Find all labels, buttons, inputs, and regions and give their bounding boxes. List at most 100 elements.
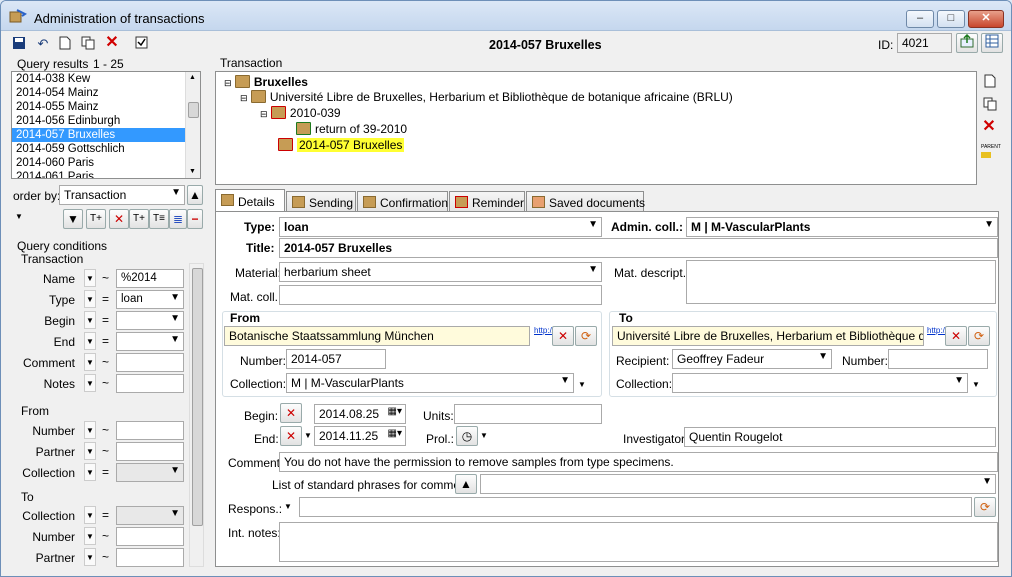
clear-icon[interactable]: −: [187, 209, 203, 229]
condition-mode-icon[interactable]: ▼: [84, 332, 96, 350]
condition-value[interactable]: [116, 421, 184, 440]
condition-mode-icon[interactable]: ▼: [84, 353, 96, 371]
from-collection-menu-icon[interactable]: ▼: [576, 375, 588, 395]
begin-clear-icon[interactable]: ✕: [280, 403, 302, 423]
filter-plus-icon[interactable]: T+: [129, 209, 149, 229]
close-window-button[interactable]: ✕: [968, 10, 1004, 28]
int-notes-field[interactable]: [279, 522, 998, 562]
add-filter-icon[interactable]: T+: [86, 209, 106, 229]
condition-value[interactable]: [116, 527, 184, 546]
to-collection-select[interactable]: ▼: [672, 373, 968, 393]
condition-value[interactable]: ▼: [116, 463, 184, 482]
prolongation-clock-icon[interactable]: ◷: [456, 426, 478, 446]
from-edit-icon[interactable]: ⟳: [575, 326, 597, 346]
condition-operator[interactable]: ~: [102, 355, 109, 369]
insert-phrase-icon[interactable]: ▲: [455, 474, 477, 494]
condition-operator[interactable]: ~: [102, 271, 109, 285]
upload-icon[interactable]: [956, 33, 978, 53]
units-field[interactable]: [454, 404, 602, 424]
filter-list-icon[interactable]: T≡: [149, 209, 169, 229]
condition-value[interactable]: ▼: [116, 506, 184, 525]
tab-confirmation[interactable]: Confirmation: [357, 191, 448, 213]
new-child-icon[interactable]: [982, 74, 998, 90]
condition-operator[interactable]: ~: [102, 376, 109, 390]
result-item[interactable]: 2014-055 Mainz: [12, 100, 200, 114]
filter-icon[interactable]: ▼: [63, 209, 83, 229]
end-menu-icon[interactable]: ▼: [302, 426, 314, 446]
respons-edit-icon[interactable]: ⟳: [974, 497, 996, 517]
tree-node-selected[interactable]: 2014-057 Bruxelles: [278, 138, 405, 152]
condition-value[interactable]: [116, 548, 184, 567]
to-partner-link[interactable]: http://id.s: [927, 327, 959, 335]
from-partner-link[interactable]: http://id.s: [534, 327, 566, 335]
condition-mode-icon[interactable]: ▼: [84, 548, 96, 566]
delete-icon[interactable]: ✕: [104, 35, 120, 51]
end-date-picker[interactable]: 2014.11.25 ▦▾: [314, 426, 406, 446]
result-item[interactable]: 2014-057 Bruxelles: [12, 128, 200, 142]
from-collection-select[interactable]: M | M-VascularPlants ▼: [286, 373, 574, 393]
condition-mode-icon[interactable]: ▼: [84, 374, 96, 392]
comment-field[interactable]: You do not have the permission to remove…: [279, 452, 998, 472]
result-item[interactable]: 2014-038 Kew: [12, 72, 200, 86]
undo-icon[interactable]: ↶: [35, 36, 51, 52]
remove-filter-icon[interactable]: ✕: [109, 209, 129, 229]
table-view-icon[interactable]: [981, 33, 1003, 53]
scroll-down-icon[interactable]: ▼: [189, 168, 196, 175]
condition-mode-icon[interactable]: ▼: [84, 442, 96, 460]
set-parent-icon[interactable]: PARENT: [981, 144, 1001, 158]
condition-mode-icon[interactable]: ▼: [84, 290, 96, 308]
condition-operator[interactable]: =: [102, 508, 109, 522]
condition-operator[interactable]: ~: [102, 550, 109, 564]
title-field[interactable]: 2014-057 Bruxelles: [279, 238, 998, 258]
conditions-scroll-thumb[interactable]: [192, 268, 203, 526]
collapse-icon[interactable]: ▼: [15, 212, 27, 221]
mat-coll-field[interactable]: [279, 285, 602, 305]
save-icon[interactable]: [11, 36, 27, 52]
prolongation-menu-icon[interactable]: ▼: [478, 426, 490, 446]
to-remove-icon[interactable]: ✕: [945, 326, 967, 346]
condition-operator[interactable]: ~: [102, 529, 109, 543]
scroll-up-icon[interactable]: ▲: [189, 74, 196, 81]
material-select[interactable]: herbarium sheet ▼: [279, 262, 602, 282]
end-clear-icon[interactable]: ✕: [280, 426, 302, 446]
delete-node-icon[interactable]: ✕: [981, 119, 997, 135]
condition-value[interactable]: [116, 353, 184, 372]
minimize-button[interactable]: –: [906, 10, 934, 28]
respons-field[interactable]: [299, 497, 972, 517]
maximize-button[interactable]: □: [937, 10, 965, 28]
condition-value[interactable]: loan ▼: [116, 290, 184, 309]
condition-mode-icon[interactable]: ▼: [84, 269, 96, 287]
results-scrollbar[interactable]: ▲ ▼: [185, 72, 200, 178]
copy-node-icon[interactable]: [982, 97, 998, 113]
conditions-scrollbar[interactable]: [189, 263, 204, 567]
condition-operator[interactable]: ~: [102, 444, 109, 458]
condition-mode-icon[interactable]: ▼: [84, 463, 96, 481]
type-select[interactable]: loan ▼: [279, 217, 602, 237]
recipient-select[interactable]: Geoffrey Fadeur ▼: [672, 349, 832, 369]
condition-operator[interactable]: =: [102, 292, 109, 306]
to-partner-field[interactable]: Université Libre de Bruxelles, Herbarium…: [612, 326, 924, 346]
tree-node-2010-039[interactable]: ⊟ 2010-039: [260, 106, 341, 120]
condition-value[interactable]: ▼: [116, 332, 184, 351]
investigator-field[interactable]: Quentin Rougelot: [684, 427, 996, 447]
condition-mode-icon[interactable]: ▼: [84, 421, 96, 439]
condition-value[interactable]: [116, 374, 184, 393]
checkbox-icon[interactable]: [133, 36, 149, 52]
tree-node-root[interactable]: ⊟ Bruxelles: [224, 75, 308, 89]
respons-menu-icon[interactable]: ▼: [282, 497, 294, 517]
tab-saved-documents[interactable]: Saved documents: [526, 191, 645, 213]
result-item[interactable]: 2014-059 Gottschlich: [12, 142, 200, 156]
condition-mode-icon[interactable]: ▼: [84, 506, 96, 524]
new-document-icon[interactable]: [57, 36, 73, 52]
to-edit-icon[interactable]: ⟳: [968, 326, 990, 346]
order-by-select[interactable]: Transaction ▼: [59, 185, 185, 205]
phrases-select[interactable]: ▼: [480, 474, 996, 494]
admin-coll-select[interactable]: M | M-VascularPlants ▼: [686, 217, 998, 237]
result-item[interactable]: 2014-061 Paris: [12, 170, 200, 178]
condition-value[interactable]: ▼: [116, 311, 184, 330]
condition-operator[interactable]: =: [102, 334, 109, 348]
results-scroll-thumb[interactable]: [188, 102, 199, 118]
from-number-field[interactable]: 2014-057: [286, 349, 386, 369]
copy-icon[interactable]: [80, 36, 96, 52]
result-item[interactable]: 2014-060 Paris: [12, 156, 200, 170]
